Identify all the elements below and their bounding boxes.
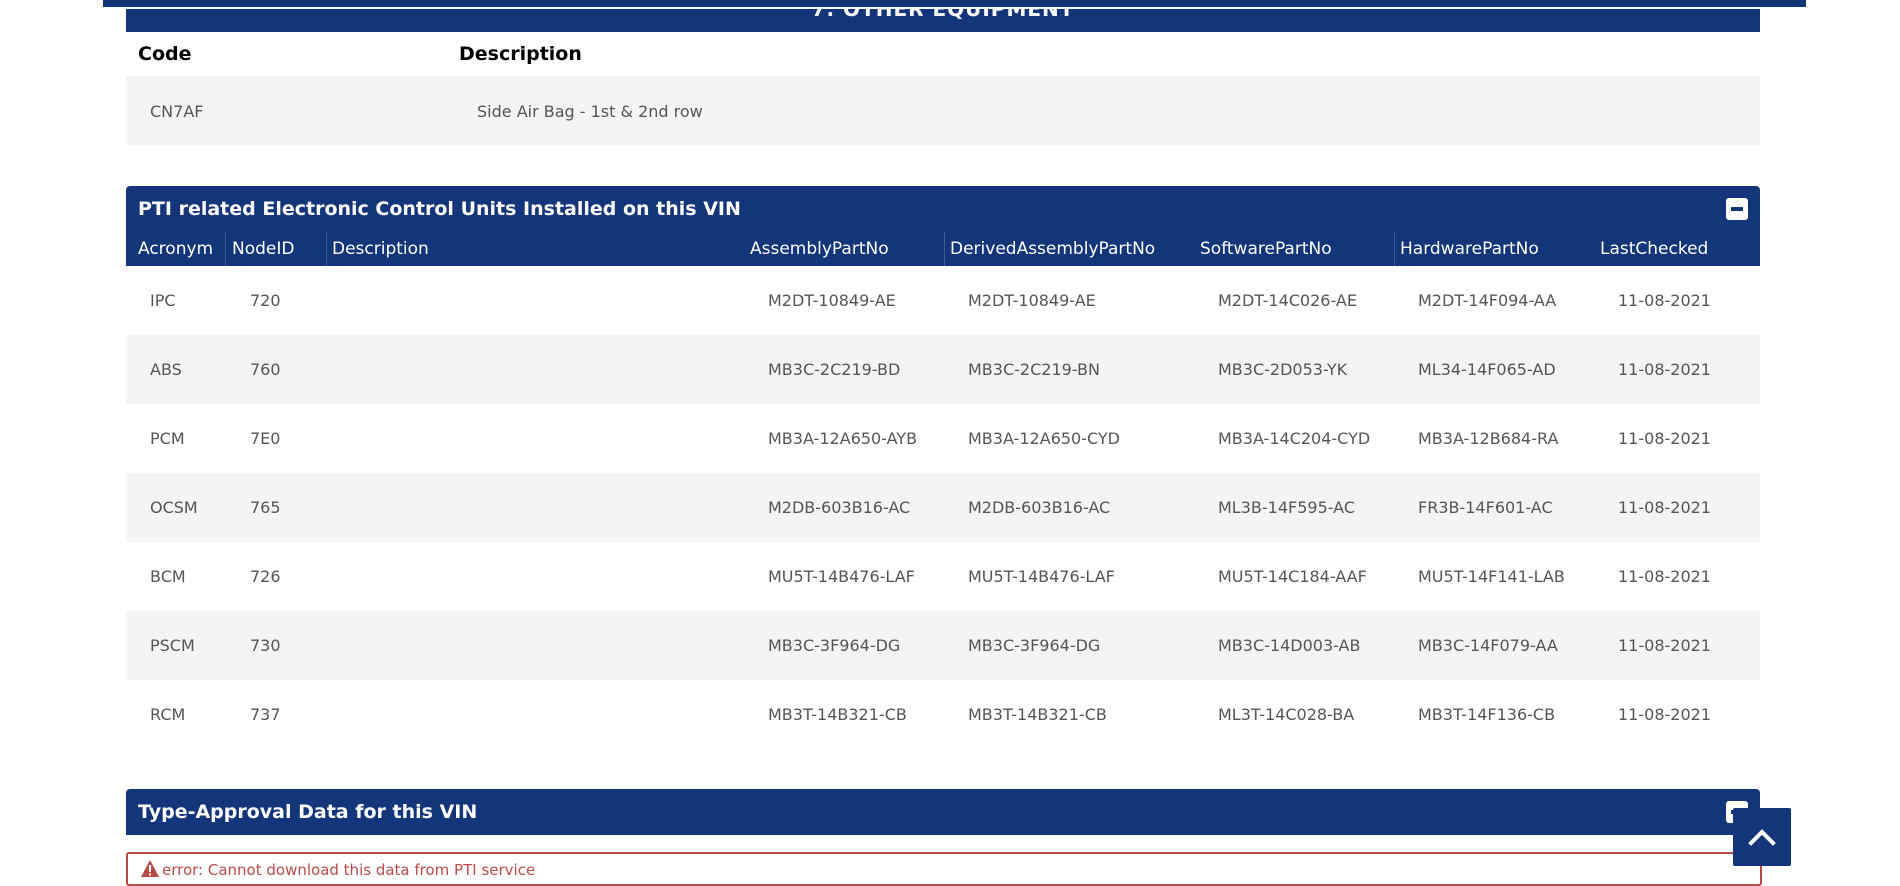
cell-softwarepartno: MB3C-14D003-AB: [1218, 636, 1361, 655]
cell-hardwarepartno: ML34-14F065-AD: [1418, 360, 1556, 379]
cell-assemblypartno: MB3T-14B321-CB: [768, 705, 907, 724]
chevron-up-icon: [1748, 829, 1776, 846]
column-header-lastchecked: LastChecked: [1600, 239, 1709, 259]
other-equipment-title: 7. OTHER EQUIPMENT: [811, 9, 1075, 21]
column-header-hardwarepartno: HardwarePartNo: [1400, 239, 1539, 259]
column-header-description: Description: [332, 239, 429, 259]
cell-hardwarepartno: FR3B-14F601-AC: [1418, 498, 1553, 517]
table-row: OCSM 765 M2DB-603B16-AC M2DB-603B16-AC ML3B-…: [126, 473, 1760, 542]
cell-assemblypartno: MB3C-3F964-DG: [768, 636, 901, 655]
error-alert: error: Cannot download this data from PT…: [126, 852, 1762, 886]
column-header-code: Code: [138, 43, 192, 65]
column-header-description: Description: [459, 43, 582, 65]
cell-hardwarepartno: MB3T-14F136-CB: [1418, 705, 1556, 724]
cell-softwarepartno: MB3C-2D053-YK: [1218, 360, 1348, 379]
column-header-softwarepartno: SoftwarePartNo: [1200, 239, 1332, 259]
cell-acronym: PSCM: [150, 636, 195, 655]
cell-derivedassemblypartno: MB3T-14B321-CB: [968, 705, 1107, 724]
table-row: BCM 726 MU5T-14B476-LAF MU5T-14B476-LAF MU5T…: [126, 542, 1760, 611]
warning-triangle-icon: [141, 860, 159, 877]
cell-softwarepartno: M2DT-14C026-AE: [1218, 291, 1357, 310]
column-header-derivedassemblypartno: DerivedAssemblyPartNo: [950, 239, 1156, 259]
cell-nodeid: 730: [250, 636, 281, 655]
cell-derivedassemblypartno: MB3A-12A650-CYD: [968, 429, 1120, 448]
cell-lastchecked: 11-08-2021: [1618, 429, 1711, 448]
cell-softwarepartno: MU5T-14C184-AAF: [1218, 567, 1367, 586]
cell-acronym: ABS: [150, 360, 182, 379]
cell-softwarepartno: ML3B-14F595-AC: [1218, 498, 1356, 517]
type-approval-panel-title: Type-Approval Data for this VIN: [138, 801, 478, 823]
cell-softwarepartno: ML3T-14C028-BA: [1218, 705, 1355, 724]
ecu-panel-title: PTI related Electronic Control Units Ins…: [138, 198, 741, 220]
equipment-description: Side Air Bag - 1st & 2nd row: [477, 102, 703, 121]
column-header-acronym: Acronym: [138, 239, 214, 259]
cell-derivedassemblypartno: M2DB-603B16-AC: [968, 498, 1111, 517]
cell-assemblypartno: MB3C-2C219-BD: [768, 360, 901, 379]
table-row: PCM 7E0 MB3A-12A650-AYB MB3A-12A650-CYD MB3A…: [126, 404, 1760, 473]
cell-hardwarepartno: MB3A-12B684-RA: [1418, 429, 1559, 448]
cell-derivedassemblypartno: MB3C-3F964-DG: [968, 636, 1101, 655]
table-row: PSCM 730 MB3C-3F964-DG MB3C-3F964-DG MB3C-14…: [126, 611, 1760, 680]
cell-lastchecked: 11-08-2021: [1618, 636, 1711, 655]
cell-nodeid: 737: [250, 705, 281, 724]
column-divider: [225, 232, 226, 266]
equipment-code: CN7AF: [150, 102, 204, 121]
table-row: IPC 720 M2DT-10849-AE M2DT-10849-AE M2DT-14C…: [126, 266, 1760, 335]
ecu-panel-header[interactable]: PTI related Electronic Control Units Ins…: [126, 186, 1760, 232]
column-divider: [944, 232, 945, 266]
cell-nodeid: 7E0: [250, 429, 281, 448]
cell-assemblypartno: M2DT-10849-AE: [768, 291, 896, 310]
table-row: CN7AF Side Air Bag - 1st & 2nd row: [126, 76, 1760, 145]
cell-softwarepartno: MB3A-14C204-CYD: [1218, 429, 1371, 448]
cell-lastchecked: 11-08-2021: [1618, 360, 1711, 379]
column-divider: [1394, 232, 1395, 266]
cell-lastchecked: 11-08-2021: [1618, 705, 1711, 724]
cell-nodeid: 765: [250, 498, 281, 517]
scroll-to-top-button[interactable]: [1733, 808, 1791, 866]
cell-acronym: BCM: [150, 567, 186, 586]
cell-lastchecked: 11-08-2021: [1618, 567, 1711, 586]
column-header-assemblypartno: AssemblyPartNo: [750, 239, 889, 259]
cell-assemblypartno: MB3A-12A650-AYB: [768, 429, 918, 448]
cell-derivedassemblypartno: M2DT-10849-AE: [968, 291, 1096, 310]
cell-lastchecked: 11-08-2021: [1618, 498, 1711, 517]
cell-hardwarepartno: MB3C-14F079-AA: [1418, 636, 1558, 655]
other-equipment-title-bar: 7. OTHER EQUIPMENT: [126, 9, 1760, 32]
cell-hardwarepartno: MU5T-14F141-LAB: [1418, 567, 1565, 586]
ecu-table-header: Acronym NodeID Description AssemblyPartN…: [126, 232, 1760, 266]
cell-derivedassemblypartno: MU5T-14B476-LAF: [968, 567, 1115, 586]
cell-nodeid: 726: [250, 567, 281, 586]
error-message: error: Cannot download this data from PT…: [162, 861, 536, 879]
cell-acronym: IPC: [150, 291, 176, 310]
cell-assemblypartno: M2DB-603B16-AC: [768, 498, 911, 517]
table-row: RCM 737 MB3T-14B321-CB MB3T-14B321-CB ML3T-1…: [126, 680, 1760, 749]
column-header-nodeid: NodeID: [232, 239, 295, 259]
cell-acronym: PCM: [150, 429, 185, 448]
cell-assemblypartno: MU5T-14B476-LAF: [768, 567, 915, 586]
cell-hardwarepartno: M2DT-14F094-AA: [1418, 291, 1557, 310]
table-row: ABS 760 MB3C-2C219-BD MB3C-2C219-BN MB3C-2D0…: [126, 335, 1760, 404]
cell-nodeid: 720: [250, 291, 281, 310]
cell-acronym: OCSM: [150, 498, 198, 517]
type-approval-panel-header[interactable]: Type-Approval Data for this VIN: [126, 789, 1760, 835]
cell-derivedassemblypartno: MB3C-2C219-BN: [968, 360, 1100, 379]
column-divider: [326, 232, 327, 266]
cell-acronym: RCM: [150, 705, 186, 724]
other-equipment-header: Code Description: [126, 32, 1760, 76]
cell-lastchecked: 11-08-2021: [1618, 291, 1711, 310]
cell-nodeid: 760: [250, 360, 281, 379]
minus-square-icon[interactable]: [1726, 198, 1748, 220]
